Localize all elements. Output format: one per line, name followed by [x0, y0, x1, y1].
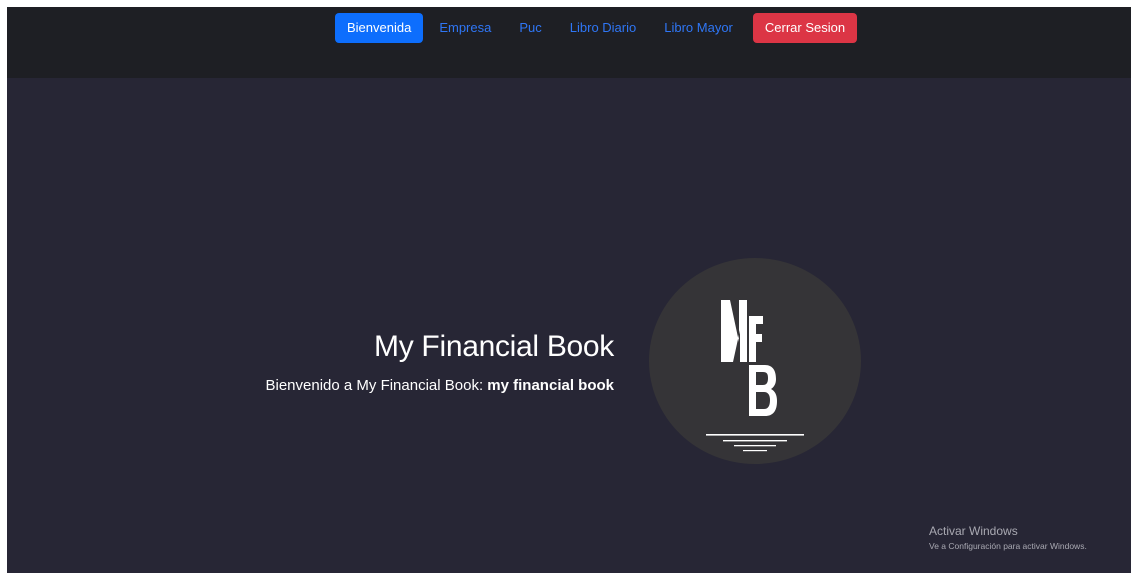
nav-menu: Bienvenida Empresa Puc Libro Diario Libr… — [335, 13, 861, 43]
subtitle-text: Bienvenido a My Financial Book: — [265, 377, 488, 394]
nav-item-bienvenida[interactable]: Bienvenida — [335, 13, 424, 43]
navbar: Bienvenida Empresa Puc Libro Diario Libr… — [7, 7, 1131, 78]
logout-button[interactable]: Cerrar Sesion — [752, 13, 858, 43]
watermark-title: Activar Windows — [929, 524, 1018, 538]
page-subtitle: Bienvenido a My Financial Book: my finan… — [266, 377, 615, 394]
mfb-logo-icon — [706, 300, 804, 452]
app-window: Bienvenida Empresa Puc Libro Diario Libr… — [7, 7, 1131, 573]
nav-item-puc[interactable]: Puc — [507, 13, 553, 43]
watermark-subtitle: Ve a Configuración para activar Windows. — [929, 541, 1087, 551]
nav-item-libro-diario[interactable]: Libro Diario — [558, 13, 648, 43]
nav-item-empresa[interactable]: Empresa — [427, 13, 503, 43]
windows-activation-watermark: Activar Windows Ve a Configuración para … — [929, 524, 1087, 551]
nav-item-libro-mayor[interactable]: Libro Mayor — [652, 13, 745, 43]
subtitle-bold: my financial book — [487, 377, 614, 394]
mfb-logo — [649, 258, 861, 464]
page-title: My Financial Book — [374, 330, 614, 363]
